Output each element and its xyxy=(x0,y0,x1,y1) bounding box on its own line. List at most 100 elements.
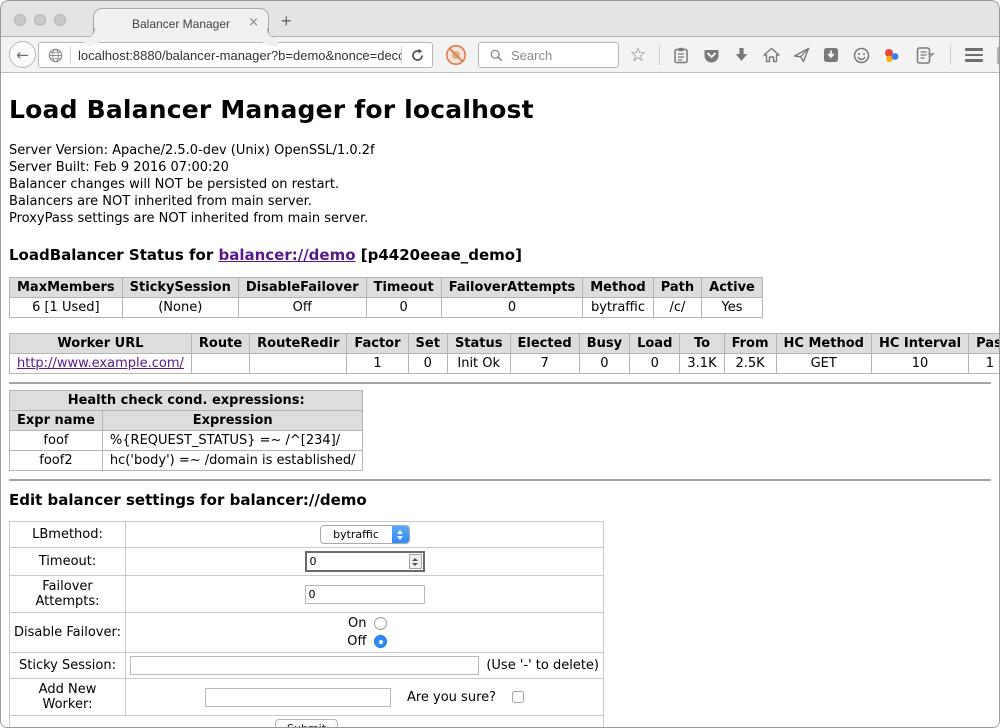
search-bar[interactable]: Search xyxy=(478,42,619,68)
section-divider-2 xyxy=(9,479,991,481)
radio-off-label: Off xyxy=(343,634,367,649)
page-title: Load Balancer Manager for localhost xyxy=(9,95,991,124)
col-header: Expression xyxy=(102,411,363,431)
section-divider xyxy=(9,382,991,384)
lbmethod-cell: bytraffic xyxy=(126,522,604,548)
add-worker-label: Add New Worker: xyxy=(10,679,126,716)
cell-active: Yes xyxy=(702,298,763,318)
balancer-demo-link[interactable]: balancer://demo xyxy=(218,246,355,264)
col-header: Method xyxy=(583,278,653,298)
disable-failover-label: Disable Failover: xyxy=(10,613,126,653)
sticky-session-input[interactable] xyxy=(130,656,479,675)
col-header: Expr name xyxy=(10,411,103,431)
cell-method: bytraffic xyxy=(583,298,653,318)
feedback-smiley-icon[interactable] xyxy=(852,46,870,64)
timeout-label: Timeout: xyxy=(10,548,126,576)
send-tab-plane-icon[interactable] xyxy=(792,46,810,64)
form-row-lbmethod: LBmethod: bytraffic xyxy=(10,522,604,548)
cell-disablefailover: Off xyxy=(238,298,366,318)
url-text[interactable]: localhost:8880/balancer-manager?b=demo&n… xyxy=(78,48,401,63)
add-worker-input[interactable] xyxy=(205,688,391,707)
zoom-window-button[interactable] xyxy=(54,14,66,26)
cell-hc-interval: 10 xyxy=(871,354,968,374)
server-built-line: Server Built: Feb 9 2016 07:00:20 xyxy=(9,159,991,176)
form-row-disable-failover: Disable Failover: On Off xyxy=(10,613,604,653)
timeout-input[interactable] xyxy=(305,551,425,572)
table-header-row: MaxMembers StickySession DisableFailover… xyxy=(10,278,763,298)
search-placeholder[interactable]: Search xyxy=(511,48,552,63)
failover-attempts-input[interactable] xyxy=(305,585,425,604)
status-heading-prefix: LoadBalancer Status for xyxy=(9,246,218,264)
submit-cell: Submit xyxy=(10,716,604,728)
url-bar[interactable]: localhost:8880/balancer-manager?b=demo&n… xyxy=(38,42,433,68)
menu-hamburger-icon[interactable] xyxy=(963,46,985,64)
bookmarks-clipboard-icon[interactable] xyxy=(672,46,690,64)
failover-attempts-label: Failover Attempts: xyxy=(10,576,126,613)
col-header: Status xyxy=(447,334,510,354)
timeout-cell xyxy=(126,548,604,576)
home-icon[interactable] xyxy=(762,46,780,64)
server-info: Server Version: Apache/2.5.0-dev (Unix) … xyxy=(9,142,991,227)
sidebar-panel-icon[interactable] xyxy=(912,46,938,64)
disable-failover-off-radio[interactable] xyxy=(374,635,387,648)
form-row-timeout: Timeout: xyxy=(10,548,604,576)
worker-table: Worker URL Route RouteRedir Factor Set S… xyxy=(9,333,999,374)
col-header: Set xyxy=(408,334,447,354)
sticky-session-cell: (Use '-' to delete) xyxy=(126,653,604,679)
back-button[interactable]: ← xyxy=(9,41,36,68)
toolbar-icons: ☆ xyxy=(629,37,1000,73)
cell-factor: 1 xyxy=(347,354,408,374)
tab-close-icon[interactable]: × xyxy=(248,16,259,30)
search-icon xyxy=(487,46,505,64)
adblock-colored-dots-icon[interactable] xyxy=(882,46,900,64)
cell-routeredir xyxy=(250,354,347,374)
tab-balancer-manager[interactable]: Balancer Manager × xyxy=(93,8,269,38)
plugin-blocked-icon[interactable] xyxy=(445,44,467,66)
col-header: Timeout xyxy=(366,278,441,298)
health-table-caption: Health check cond. expressions: xyxy=(10,391,363,411)
confirm-label: Are you sure? xyxy=(407,690,496,705)
url-divider xyxy=(70,46,71,64)
col-header: MaxMembers xyxy=(10,278,123,298)
bookmark-star-icon[interactable]: ☆ xyxy=(629,46,647,64)
number-stepper-icon[interactable] xyxy=(409,554,422,569)
tab-strip: Balancer Manager × + xyxy=(1,1,999,37)
lbmethod-select[interactable]: bytraffic xyxy=(320,525,410,544)
toolbar-separator xyxy=(659,45,660,65)
cell-failoverattempts: 0 xyxy=(441,298,583,318)
cell-worker-url: http://www.example.com/ xyxy=(10,354,192,374)
downloads-icon[interactable] xyxy=(732,46,750,64)
col-header: Route xyxy=(191,334,249,354)
form-row-submit: Submit xyxy=(10,716,604,728)
cell-load: 0 xyxy=(630,354,680,374)
col-header: Worker URL xyxy=(10,334,192,354)
edit-settings-heading: Edit balancer settings for balancer://de… xyxy=(9,491,991,509)
close-window-button[interactable] xyxy=(14,14,26,26)
pocket-icon[interactable] xyxy=(702,46,720,64)
reload-icon[interactable] xyxy=(408,46,426,64)
back-icon: ← xyxy=(16,46,29,64)
cell-route xyxy=(191,354,249,374)
col-header: From xyxy=(724,334,776,354)
submit-button[interactable]: Submit xyxy=(275,719,338,727)
radio-on-label: On xyxy=(343,616,367,631)
cell-stickysession: (None) xyxy=(122,298,238,318)
disable-failover-on-radio[interactable] xyxy=(374,617,387,630)
form-row-failover-attempts: Failover Attempts: xyxy=(10,576,604,613)
col-header: To xyxy=(680,334,724,354)
table-caption-row: Health check cond. expressions: xyxy=(10,391,363,411)
page-content: Load Balancer Manager for localhost Serv… xyxy=(1,74,999,727)
cell-maxmembers: 6 [1 Used] xyxy=(10,298,123,318)
window-controls[interactable] xyxy=(14,14,66,26)
new-tab-button[interactable]: + xyxy=(281,11,292,32)
cell-path: /c/ xyxy=(653,298,701,318)
site-identity-globe-icon[interactable] xyxy=(46,46,64,64)
col-header: HC Interval xyxy=(871,334,968,354)
balancer-settings-form: LBmethod: bytraffic Timeout: xyxy=(9,521,604,727)
table-header-row: Worker URL Route RouteRedir Factor Set S… xyxy=(10,334,1000,354)
confirm-checkbox[interactable] xyxy=(512,691,524,703)
expr-row: foof2 hc('body') =~ /domain is establish… xyxy=(10,451,363,471)
worker-url-link[interactable]: http://www.example.com/ xyxy=(17,356,184,371)
save-to-device-icon[interactable] xyxy=(822,46,840,64)
minimize-window-button[interactable] xyxy=(34,14,46,26)
